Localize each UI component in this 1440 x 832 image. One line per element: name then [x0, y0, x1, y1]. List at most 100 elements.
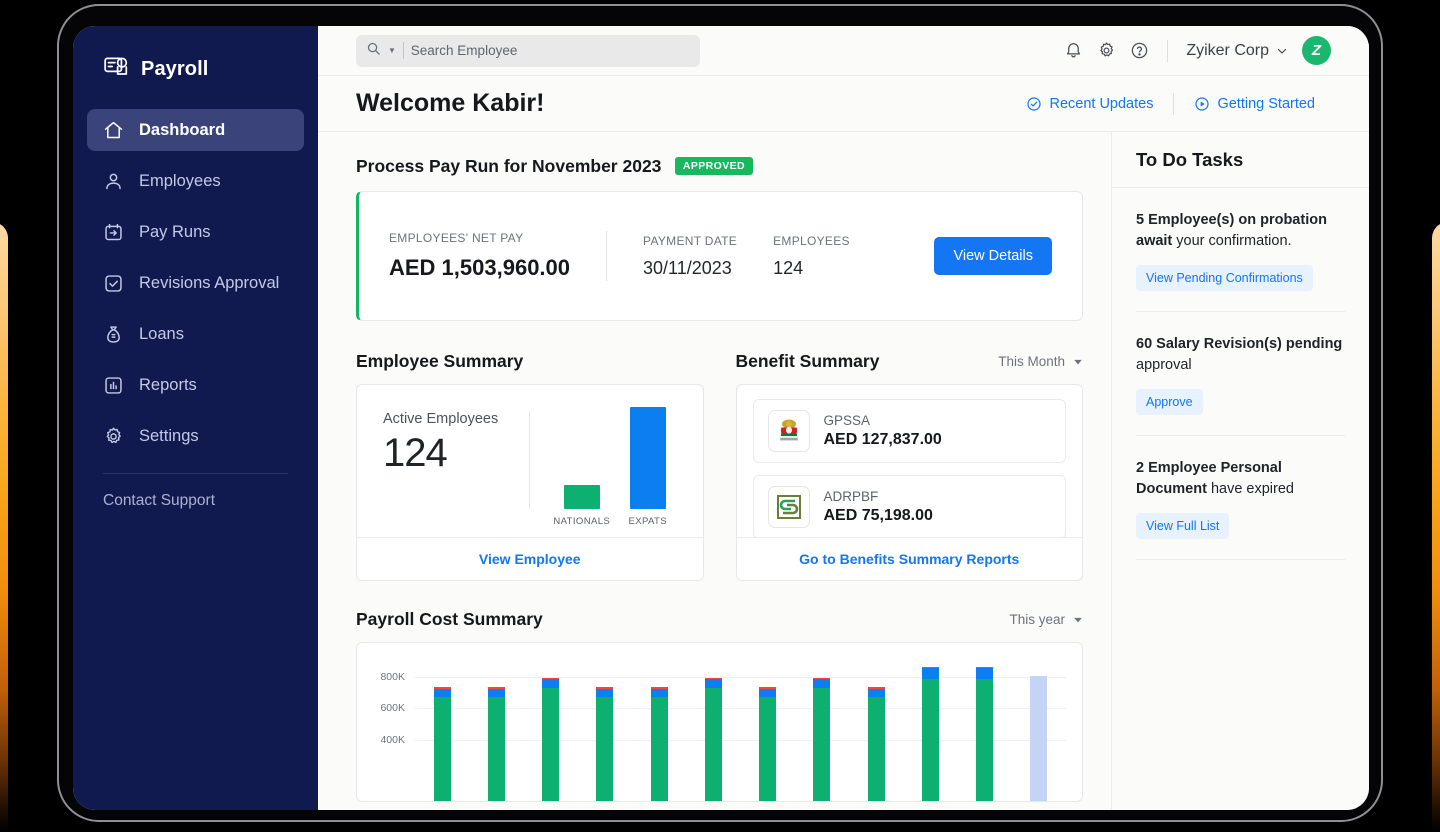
benefits-reports-link[interactable]: Go to Benefits Summary Reports	[737, 537, 1083, 580]
approve-button[interactable]: Approve	[1136, 389, 1203, 415]
benefit-summary-title: Benefit Summary	[736, 351, 880, 372]
bar-segment-net-pay	[868, 697, 885, 801]
bar-slot-sep[interactable]	[849, 661, 903, 801]
bar-slot-mar[interactable]	[524, 661, 578, 801]
sidebar-item-employees[interactable]: Employees	[87, 160, 304, 202]
view-details-button[interactable]: View Details	[934, 237, 1052, 275]
employee-summary-body: Active Employees 124 NATIONALSEXPATS	[357, 385, 703, 537]
stacked-bar	[976, 661, 993, 801]
bar-segment-net-pay	[434, 697, 451, 801]
bar-chart-icon	[103, 375, 124, 396]
sidebar-item-label: Settings	[139, 427, 199, 446]
sidebar-item-revisions-approval[interactable]: Revisions Approval	[87, 262, 304, 304]
search-divider	[403, 42, 404, 59]
getting-started-link[interactable]: Getting Started	[1178, 96, 1331, 112]
payroll-period-selector[interactable]: This year	[1009, 612, 1083, 627]
benefit-row-adrpbf[interactable]: ADRPBF AED 75,198.00	[753, 475, 1067, 537]
play-circle-icon	[1194, 96, 1210, 112]
todo-sub-text: have expired	[1211, 481, 1294, 497]
bar-slot-jan[interactable]	[415, 661, 469, 801]
sidebar-item-label: Dashboard	[139, 121, 225, 140]
payroll-cost-title: Payroll Cost Summary	[356, 609, 543, 630]
payroll-cost-panel: Payroll Cost Summary This year 400K600K8…	[356, 609, 1083, 802]
payroll-cost-chart: 400K600K800K	[415, 661, 1066, 801]
benefit-amount: AED 127,837.00	[824, 431, 942, 449]
benefit-info: GPSSA AED 127,837.00	[824, 413, 942, 449]
benefit-row-gpssa[interactable]: GPSSA AED 127,837.00	[753, 399, 1067, 463]
todo-panel: To Do Tasks 5 Employee(s) on probation a…	[1111, 132, 1369, 810]
payrun-heading: Process Pay Run for November 2023 APPROV…	[356, 156, 1083, 177]
bar-segment-benefits	[705, 679, 722, 688]
bar-slot-jul[interactable]	[741, 661, 795, 801]
metric-label: Active Employees	[383, 411, 529, 427]
bar-segment-net-pay	[813, 688, 830, 801]
payrun-stat-employees: EMPLOYEES 124	[773, 234, 886, 279]
payrun-stat-payment-date: PAYMENT DATE 30/11/2023	[643, 234, 773, 279]
search-box[interactable]: ▼	[356, 35, 700, 67]
money-bag-icon	[103, 324, 124, 345]
benefit-amount: AED 75,198.00	[824, 507, 933, 525]
view-employee-link[interactable]: View Employee	[357, 537, 703, 580]
sidebar-item-reports[interactable]: Reports	[87, 364, 304, 406]
page-title: Welcome Kabir!	[356, 89, 544, 118]
todo-headline: 60 Salary Revision(s) pending approval	[1136, 334, 1345, 376]
bar-slot-feb[interactable]	[469, 661, 523, 801]
content-area: Process Pay Run for November 2023 APPROV…	[318, 132, 1369, 810]
benefit-name: GPSSA	[824, 413, 942, 428]
benefit-summary-panel: Benefit Summary This Month	[736, 351, 1084, 581]
sidebar-item-pay-runs[interactable]: Pay Runs	[87, 211, 304, 253]
bar-segment-benefits	[542, 679, 559, 688]
chevron-down-icon	[1073, 357, 1083, 367]
bar-segment-projected	[1030, 676, 1047, 801]
payrun-title: Process Pay Run for November 2023	[356, 156, 661, 176]
employee-summary-head: Employee Summary	[356, 351, 704, 372]
avatar[interactable]: Z	[1302, 36, 1331, 65]
bell-icon[interactable]	[1064, 41, 1083, 60]
y-axis-tick-label: 600K	[380, 702, 405, 714]
todo-title: To Do Tasks	[1136, 149, 1243, 171]
bar-segment-benefits	[922, 668, 939, 678]
mini-bar-nationals: NATIONALS	[564, 485, 600, 509]
org-selector[interactable]: Zyiker Corp	[1186, 42, 1288, 60]
benefit-period-selector[interactable]: This Month	[998, 354, 1083, 369]
stacked-bar	[813, 661, 830, 801]
bar-slot-apr[interactable]	[578, 661, 632, 801]
sidebar-item-label: Pay Runs	[139, 223, 211, 242]
gear-icon	[103, 426, 124, 447]
chevron-down-icon[interactable]: ▼	[388, 46, 396, 55]
bar-slot-dec[interactable]	[1012, 661, 1066, 801]
y-axis-tick-label: 400K	[380, 734, 405, 746]
view-pending-confirmations-button[interactable]: View Pending Confirmations	[1136, 265, 1313, 291]
person-icon	[103, 171, 124, 192]
bar-slot-nov[interactable]	[958, 661, 1012, 801]
sidebar-nav: Dashboard Employees Pay Runs	[73, 109, 318, 457]
sidebar-item-loans[interactable]: Loans	[87, 313, 304, 355]
stacked-bar	[542, 661, 559, 801]
period-label: This year	[1009, 612, 1065, 627]
search-input[interactable]	[411, 43, 690, 58]
bar-slot-aug[interactable]	[795, 661, 849, 801]
page-root: Payroll Dashboard Employees	[0, 0, 1440, 832]
welcome-bar: Welcome Kabir! Recent Updates Getting St…	[318, 76, 1369, 132]
sidebar-item-label: Revisions Approval	[139, 274, 279, 293]
clock-check-icon	[1026, 96, 1042, 112]
bar-segment-net-pay	[705, 688, 722, 801]
gear-icon[interactable]	[1097, 41, 1116, 60]
bar-segment-net-pay	[596, 697, 613, 801]
recent-updates-link[interactable]: Recent Updates	[1010, 96, 1169, 112]
sidebar-item-settings[interactable]: Settings	[87, 415, 304, 457]
question-circle-icon[interactable]	[1130, 41, 1149, 60]
stacked-bar	[868, 661, 885, 801]
bar-slot-may[interactable]	[632, 661, 686, 801]
stat-value: 30/11/2023	[643, 258, 737, 279]
y-axis-tick-label: 800K	[380, 671, 405, 683]
bar-slot-oct[interactable]	[903, 661, 957, 801]
todo-headline-text: 60 Salary Revision(s) pending	[1136, 336, 1342, 352]
bar-slot-jun[interactable]	[686, 661, 740, 801]
sidebar-item-contact-support[interactable]: Contact Support	[73, 474, 318, 510]
todo-sub-text: your confirmation.	[1176, 233, 1291, 249]
view-full-list-button[interactable]: View Full List	[1136, 513, 1229, 539]
uae-emblem-icon	[768, 410, 810, 452]
sidebar-item-label: Employees	[139, 172, 221, 191]
sidebar-item-dashboard[interactable]: Dashboard	[87, 109, 304, 151]
